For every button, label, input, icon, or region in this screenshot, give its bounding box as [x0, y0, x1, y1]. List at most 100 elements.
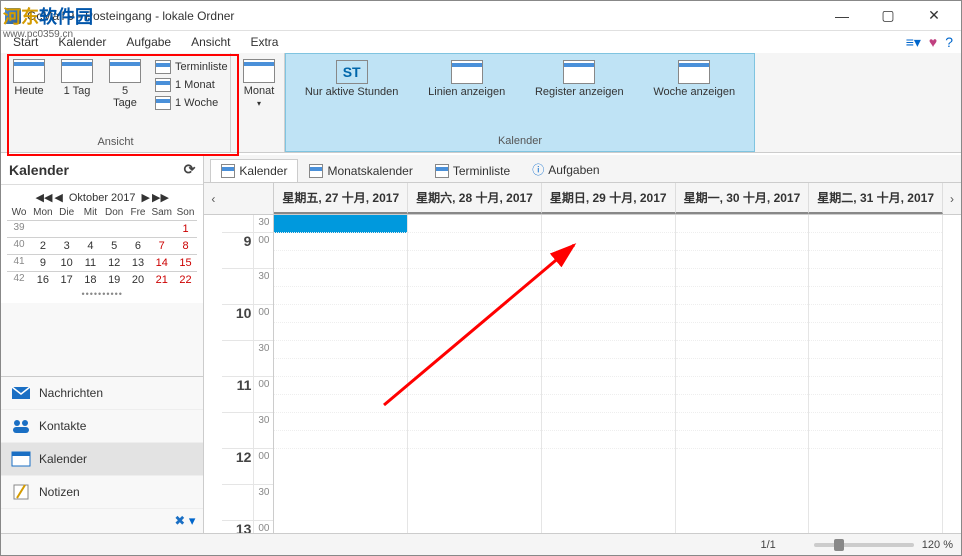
nav-kalender[interactable]: Kalender [1, 443, 203, 476]
minical-day[interactable] [126, 222, 150, 236]
time-slot[interactable] [274, 287, 407, 305]
time-slot[interactable] [408, 305, 541, 323]
minical-day[interactable]: 4 [79, 239, 103, 253]
minical-day[interactable]: 19 [102, 273, 126, 287]
minical-day[interactable]: 7 [150, 239, 174, 253]
ribbon-1tag[interactable]: 1 Tag [55, 57, 99, 134]
time-slot[interactable] [408, 431, 541, 449]
minical-day[interactable]: 20 [126, 273, 150, 287]
time-slot[interactable] [408, 359, 541, 377]
menu-aufgabe[interactable]: Aufgabe [116, 33, 181, 51]
ribbon-nur-aktive-stunden[interactable]: ST Nur aktive Stunden [299, 58, 405, 133]
ribbon-heute[interactable]: Heute [7, 57, 51, 134]
minical-day[interactable]: 2 [31, 239, 55, 253]
time-slot[interactable] [809, 377, 942, 395]
minical-day[interactable] [55, 222, 79, 236]
day-header[interactable]: 星期六, 28 十月, 2017 [408, 183, 542, 214]
next-year-icon[interactable]: ▶▶ [152, 191, 169, 204]
time-slot[interactable] [408, 395, 541, 413]
time-slot[interactable] [274, 377, 407, 395]
time-slot[interactable] [274, 359, 407, 377]
prev-month-icon[interactable]: ◀ [54, 191, 62, 204]
time-slot[interactable] [408, 377, 541, 395]
minical-day[interactable]: 8 [174, 239, 198, 253]
time-slot[interactable] [542, 269, 675, 287]
day-column[interactable] [809, 215, 943, 533]
menu-heart-icon[interactable]: ♥ [929, 34, 937, 50]
minical-day[interactable]: 3 [55, 239, 79, 253]
time-slot[interactable] [542, 413, 675, 431]
tab-kalender[interactable]: Kalender [210, 159, 298, 182]
time-slot[interactable] [274, 323, 407, 341]
time-slot[interactable] [408, 251, 541, 269]
minical-day[interactable]: 21 [150, 273, 174, 287]
time-slot[interactable] [408, 413, 541, 431]
ribbon-1woche[interactable]: 1 Woche [151, 95, 232, 111]
time-slot[interactable] [809, 233, 942, 251]
menu-kalender[interactable]: Kalender [48, 33, 116, 51]
time-slot[interactable] [809, 269, 942, 287]
minical-day[interactable]: 22 [174, 273, 198, 287]
time-slot[interactable] [676, 251, 809, 269]
time-slot[interactable] [274, 413, 407, 431]
minical-day[interactable]: 13 [126, 256, 150, 270]
time-slot[interactable] [542, 359, 675, 377]
minical-day[interactable]: 12 [102, 256, 126, 270]
ribbon-5tage[interactable]: 5 Tage [103, 57, 147, 134]
day-column[interactable] [676, 215, 810, 533]
time-slot[interactable] [542, 305, 675, 323]
time-slot[interactable] [809, 359, 942, 377]
time-slot[interactable] [408, 215, 541, 233]
day-column[interactable] [274, 215, 408, 533]
time-slot[interactable] [542, 323, 675, 341]
menu-start[interactable]: Start [3, 33, 48, 51]
time-slot[interactable] [408, 287, 541, 305]
time-slot[interactable] [676, 323, 809, 341]
mini-calendar[interactable]: ◀◀ ◀ Oktober 2017 ▶ ▶▶ WoMonDieMitDonFre… [1, 185, 203, 303]
minical-day[interactable]: 16 [31, 273, 55, 287]
resize-handle[interactable]: •••••••••• [7, 287, 197, 299]
ribbon-linien-anzeigen[interactable]: Linien anzeigen [422, 58, 511, 133]
time-slot[interactable] [274, 233, 407, 251]
tab-terminliste[interactable]: Terminliste [424, 159, 521, 182]
tab-aufgaben[interactable]: ⓘ Aufgaben [521, 156, 610, 182]
wrench-icon[interactable]: ✖ [174, 513, 185, 528]
time-slot[interactable] [408, 341, 541, 359]
time-slot[interactable] [274, 431, 407, 449]
minical-day[interactable] [79, 222, 103, 236]
minical-day[interactable]: 5 [102, 239, 126, 253]
menu-hamburger-icon[interactable]: ≡▾ [906, 34, 921, 51]
close-button[interactable]: ✕ [911, 1, 957, 31]
minical-day[interactable]: 10 [55, 256, 79, 270]
nav-kontakte[interactable]: Kontakte [1, 410, 203, 443]
time-slot[interactable] [676, 395, 809, 413]
time-slot[interactable] [542, 341, 675, 359]
ribbon-woche-anzeigen[interactable]: Woche anzeigen [647, 58, 741, 133]
minical-day[interactable] [150, 222, 174, 236]
next-days-button[interactable]: › [943, 183, 961, 214]
minimize-button[interactable]: — [819, 1, 865, 31]
tab-monatskalender[interactable]: Monatskalender [298, 159, 423, 182]
time-slot[interactable] [676, 341, 809, 359]
day-column[interactable] [542, 215, 676, 533]
time-slot[interactable] [408, 233, 541, 251]
ribbon-terminliste[interactable]: Terminliste [151, 59, 232, 75]
day-header[interactable]: 星期五, 27 十月, 2017 [274, 183, 408, 214]
time-slot[interactable] [809, 431, 942, 449]
time-slot[interactable] [676, 215, 809, 233]
day-column[interactable] [408, 215, 542, 533]
time-slot[interactable] [676, 233, 809, 251]
ribbon-monat[interactable]: Monat ▾ [237, 57, 281, 134]
time-slot[interactable] [542, 395, 675, 413]
minical-day[interactable]: 15 [174, 256, 198, 270]
time-slot[interactable] [542, 287, 675, 305]
day-header[interactable]: 星期二, 31 十月, 2017 [809, 183, 943, 214]
time-slot[interactable] [274, 305, 407, 323]
time-slot[interactable] [676, 413, 809, 431]
time-slot[interactable] [676, 305, 809, 323]
time-slot[interactable] [274, 341, 407, 359]
day-header[interactable]: 星期一, 30 十月, 2017 [676, 183, 810, 214]
maximize-button[interactable]: ▢ [865, 1, 911, 31]
time-slot[interactable] [274, 215, 407, 233]
time-slot[interactable] [809, 215, 942, 233]
